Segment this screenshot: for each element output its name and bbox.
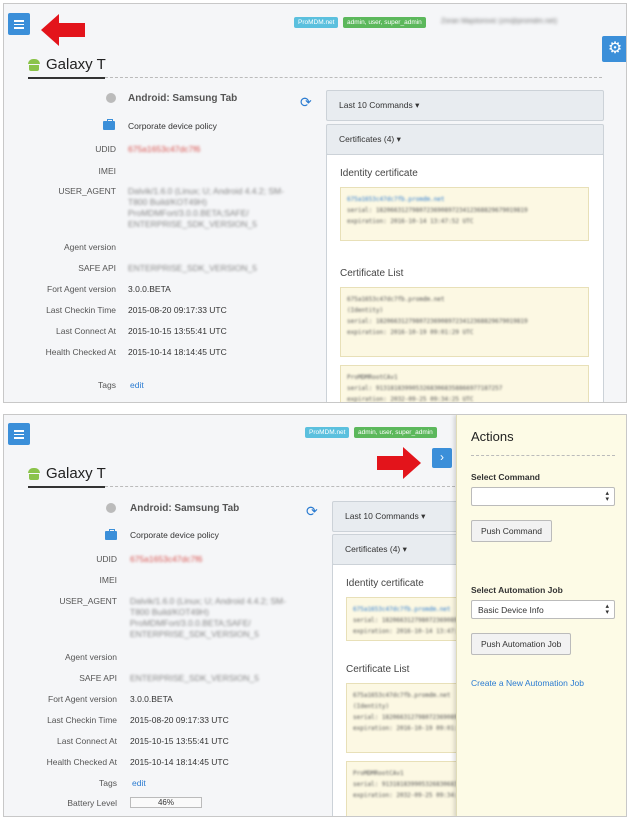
status-dot [106,93,116,103]
device-model: Android: Samsung Tab [128,93,238,104]
android-icon [28,467,40,480]
field-label: IMEI [99,575,117,585]
field-label: SAFE API [78,263,116,273]
field-label: Fort Agent version [47,284,116,294]
health-value: 2015-10-14 18:14:45 UTC [130,757,229,767]
field-label: Health Checked At [46,757,117,767]
field-label: UDID [96,554,117,564]
field-label: Fort Agent version [48,694,117,704]
device-policy[interactable]: Corporate device policy [128,121,217,131]
last-10-commands-panel[interactable]: Last 10 Commands ▾ [326,90,604,121]
field-label: Health Checked At [45,347,116,357]
screenshot-closed-drawer: ProMDM.net admin, user, super_admin Zora… [3,3,627,403]
actions-drawer: Actions Select Command ▴ ▾ Push Command S… [456,415,626,816]
connect-value: 2015-10-15 13:55:41 UTC [130,736,229,746]
safe-api-value: ENTERPRISE_SDK_VERSION_5 [128,263,257,273]
hamburger-menu-button[interactable] [8,13,30,35]
refresh-icon[interactable]: ⟳ [300,94,312,111]
site-badge: ProMDM.net [294,17,339,28]
briefcase-icon [105,529,117,540]
field-label: UDID [95,144,116,154]
select-command-label: Select Command [471,472,540,482]
field-label: SAFE API [79,673,117,683]
user-agent-value: Dalvik/1.6.0 (Linux; U; Android 4.4.2; S… [130,596,286,639]
identity-cert-box: 675a1653c47dc7fb.promdm.net serial: 18206… [340,187,589,241]
page-title: Galaxy T [28,465,106,482]
hamburger-menu-button[interactable] [8,423,30,445]
chevron-updown-icon: ▴ ▾ [605,603,609,616]
chevron-right-icon[interactable]: › [432,448,452,468]
field-label: Agent version [64,242,116,252]
device-model: Android: Samsung Tab [130,503,240,514]
user-agent-value: Dalvik/1.6.0 (Linux; U; Android 4.4.2; S… [128,186,284,229]
refresh-icon[interactable]: ⟳ [306,503,318,520]
red-arrow-annotation [41,14,85,46]
certificates-body: Identity certificate 675a1653c47dc7fb.pr… [326,154,604,402]
agent-version-value: 3.0.0.BETA [130,694,173,704]
cert-list-item: ProMDMRootCAv1 serial: 913181839905326830… [340,365,589,402]
field-label: USER_AGENT [59,596,117,606]
field-label: Tags [99,778,117,788]
health-value: 2015-10-14 18:14:45 UTC [128,347,227,357]
user-menu[interactable]: Zoran Majstorović (zm@promdm.net) [441,18,557,25]
agent-version-value: 3.0.0.BETA [128,284,171,294]
cert-list-item: 675a1653c47dc7fb.promdm.net (Identity) ser… [340,287,589,357]
roles-badge: admin, user, super_admin [343,17,426,28]
safe-api-value: ENTERPRISE_SDK_VERSION_5 [130,673,259,683]
push-command-button[interactable]: Push Command [471,520,552,542]
tags-edit-link[interactable]: edit [130,380,144,390]
certificates-panel[interactable]: Certificates (4) ▾ [326,124,604,155]
screenshot-open-drawer: ProMDM.net admin, user, super_admin Gala… [3,414,627,817]
site-badge: ProMDM.net [305,427,350,438]
chevron-updown-icon: ▴ ▾ [605,490,609,503]
field-label: Tags [98,380,116,390]
field-label: USER_AGENT [58,186,116,196]
tags-edit-link[interactable]: edit [132,778,146,788]
select-job-dropdown[interactable]: Basic Device Info ▴ ▾ [471,600,615,619]
red-arrow-annotation [377,447,421,479]
android-icon [28,58,40,71]
device-policy[interactable]: Corporate device policy [130,530,219,540]
status-dot [106,503,116,513]
checkin-value: 2015-08-20 09:17:33 UTC [128,305,227,315]
page-title: Galaxy T [28,56,106,73]
drawer-title: Actions [471,429,514,444]
gear-icon[interactable]: ⚙ [602,36,626,62]
select-command-dropdown[interactable]: ▴ ▾ [471,487,615,506]
connect-value: 2015-10-15 13:55:41 UTC [128,326,227,336]
field-label: Last Checkin Time [46,305,116,315]
field-label: Last Connect At [56,736,117,746]
checkin-value: 2015-08-20 09:17:33 UTC [130,715,229,725]
field-label: Last Checkin Time [47,715,117,725]
briefcase-icon [103,119,115,130]
udid-value: 675a1653c47dc7f6 [130,554,203,564]
roles-badge: admin, user, super_admin [354,427,437,438]
field-label: IMEI [98,166,116,176]
battery-level-bar: 46% [130,797,202,808]
push-automation-job-button[interactable]: Push Automation Job [471,633,572,655]
select-job-label: Select Automation Job [471,585,563,595]
field-label: Last Connect At [55,326,116,336]
field-label: Battery Level [67,798,117,808]
udid-value: 675a1653c47dc7f6 [128,144,201,154]
create-job-link[interactable]: Create a New Automation Job [471,678,584,688]
field-label: Agent version [65,652,117,662]
